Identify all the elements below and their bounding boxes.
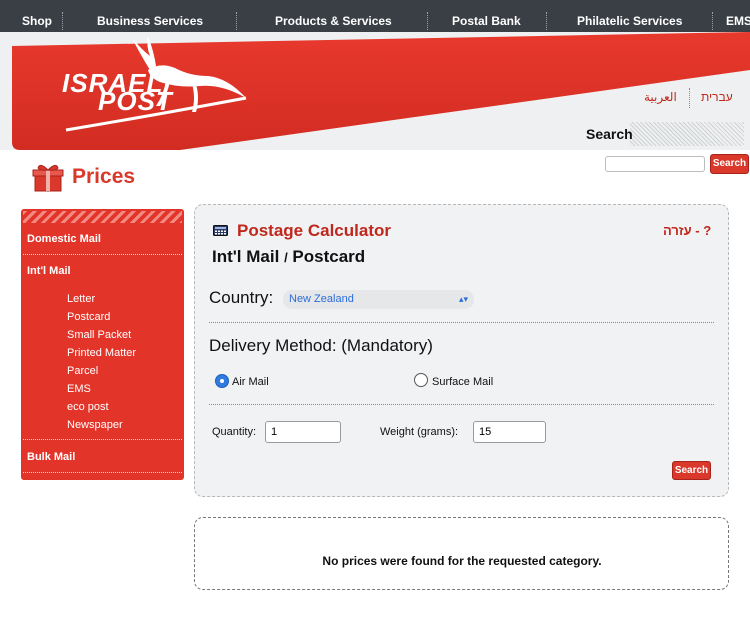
- nav-products-services[interactable]: Products & Services: [275, 0, 392, 32]
- sidebar-subitem-eco-post[interactable]: eco post: [67, 401, 109, 413]
- category-separator: /: [284, 250, 288, 265]
- sidebar-subitem-small-packet[interactable]: Small Packet: [67, 329, 131, 341]
- nav-separator: [62, 12, 63, 30]
- nav-business-services[interactable]: Business Services: [97, 0, 203, 32]
- search-pattern: [630, 122, 744, 146]
- help-link[interactable]: עזרה - ?: [663, 223, 711, 238]
- air-mail-radio[interactable]: [215, 374, 229, 388]
- gift-icon: [32, 164, 64, 192]
- nav-postal-bank[interactable]: Postal Bank: [452, 0, 521, 32]
- logo-post[interactable]: POST: [98, 86, 173, 117]
- sidebar-subitem-newspaper[interactable]: Newspaper: [67, 419, 123, 431]
- sidebar-subitem-parcel[interactable]: Parcel: [67, 365, 98, 377]
- nav-separator: [546, 12, 547, 30]
- lang-arabic-link[interactable]: العربية: [644, 90, 677, 104]
- delivery-method-label: Delivery Method: (Mandatory): [209, 336, 433, 355]
- weight-label: Weight (grams):: [380, 426, 459, 438]
- site-search-input[interactable]: [605, 156, 705, 172]
- lang-separator: [689, 88, 690, 108]
- quantity-field[interactable]: [265, 421, 341, 443]
- sidebar-item-bulk-mail[interactable]: Bulk Mail: [27, 451, 75, 463]
- nav-separator: [427, 12, 428, 30]
- quantity-label: Quantity:: [212, 426, 257, 438]
- nav-ems[interactable]: EMS: [726, 0, 750, 32]
- country-label: Country:: [209, 288, 274, 307]
- calculator-title: Postage Calculator: [237, 221, 391, 240]
- nav-shop[interactable]: Shop: [22, 0, 52, 32]
- sidebar-stripes: [23, 211, 182, 223]
- nav-separator: [236, 12, 237, 30]
- page-title: Prices: [72, 165, 136, 188]
- lang-hebrew-link[interactable]: עברית: [701, 90, 733, 104]
- surface-mail-radio[interactable]: [414, 373, 428, 387]
- sidebar-subitem-printed-matter[interactable]: Printed Matter: [67, 347, 136, 359]
- nav-separator: [712, 12, 713, 30]
- divider: [209, 404, 714, 405]
- country-select[interactable]: New Zealand ▴▾: [283, 290, 474, 309]
- divider: [23, 439, 182, 440]
- result-message: No prices were found for the requested c…: [322, 554, 602, 568]
- calculate-search-button[interactable]: Search: [672, 461, 711, 480]
- divider: [23, 472, 182, 473]
- nav-philatelic-services[interactable]: Philatelic Services: [577, 0, 682, 32]
- search-label: Search: [586, 126, 633, 142]
- sidebar: Domestic Mail Int'l Mail Letter Postcard…: [21, 209, 184, 480]
- category-heading: Int'l Mail / Postcard: [212, 247, 365, 267]
- divider: [23, 254, 182, 255]
- weight-field[interactable]: [473, 421, 546, 443]
- country-selected-value: New Zealand: [289, 293, 354, 305]
- chevron-updown-icon: ▴▾: [458, 294, 468, 304]
- sidebar-item-domestic-mail[interactable]: Domestic Mail: [27, 233, 101, 245]
- category-main: Int'l Mail: [212, 247, 280, 266]
- sidebar-subitem-postcard[interactable]: Postcard: [67, 311, 110, 323]
- category-sub: Postcard: [292, 247, 366, 266]
- surface-mail-label[interactable]: Surface Mail: [432, 376, 493, 388]
- air-mail-label[interactable]: Air Mail: [232, 376, 269, 388]
- sidebar-subitem-ems[interactable]: EMS: [67, 383, 91, 395]
- divider: [209, 322, 714, 323]
- top-nav: Shop Business Services Products & Servic…: [0, 0, 750, 32]
- site-search-button[interactable]: Search: [710, 154, 749, 174]
- calculator-icon: [213, 225, 228, 236]
- sidebar-subitem-letter[interactable]: Letter: [67, 293, 95, 305]
- sidebar-item-intl-mail[interactable]: Int'l Mail: [27, 265, 71, 277]
